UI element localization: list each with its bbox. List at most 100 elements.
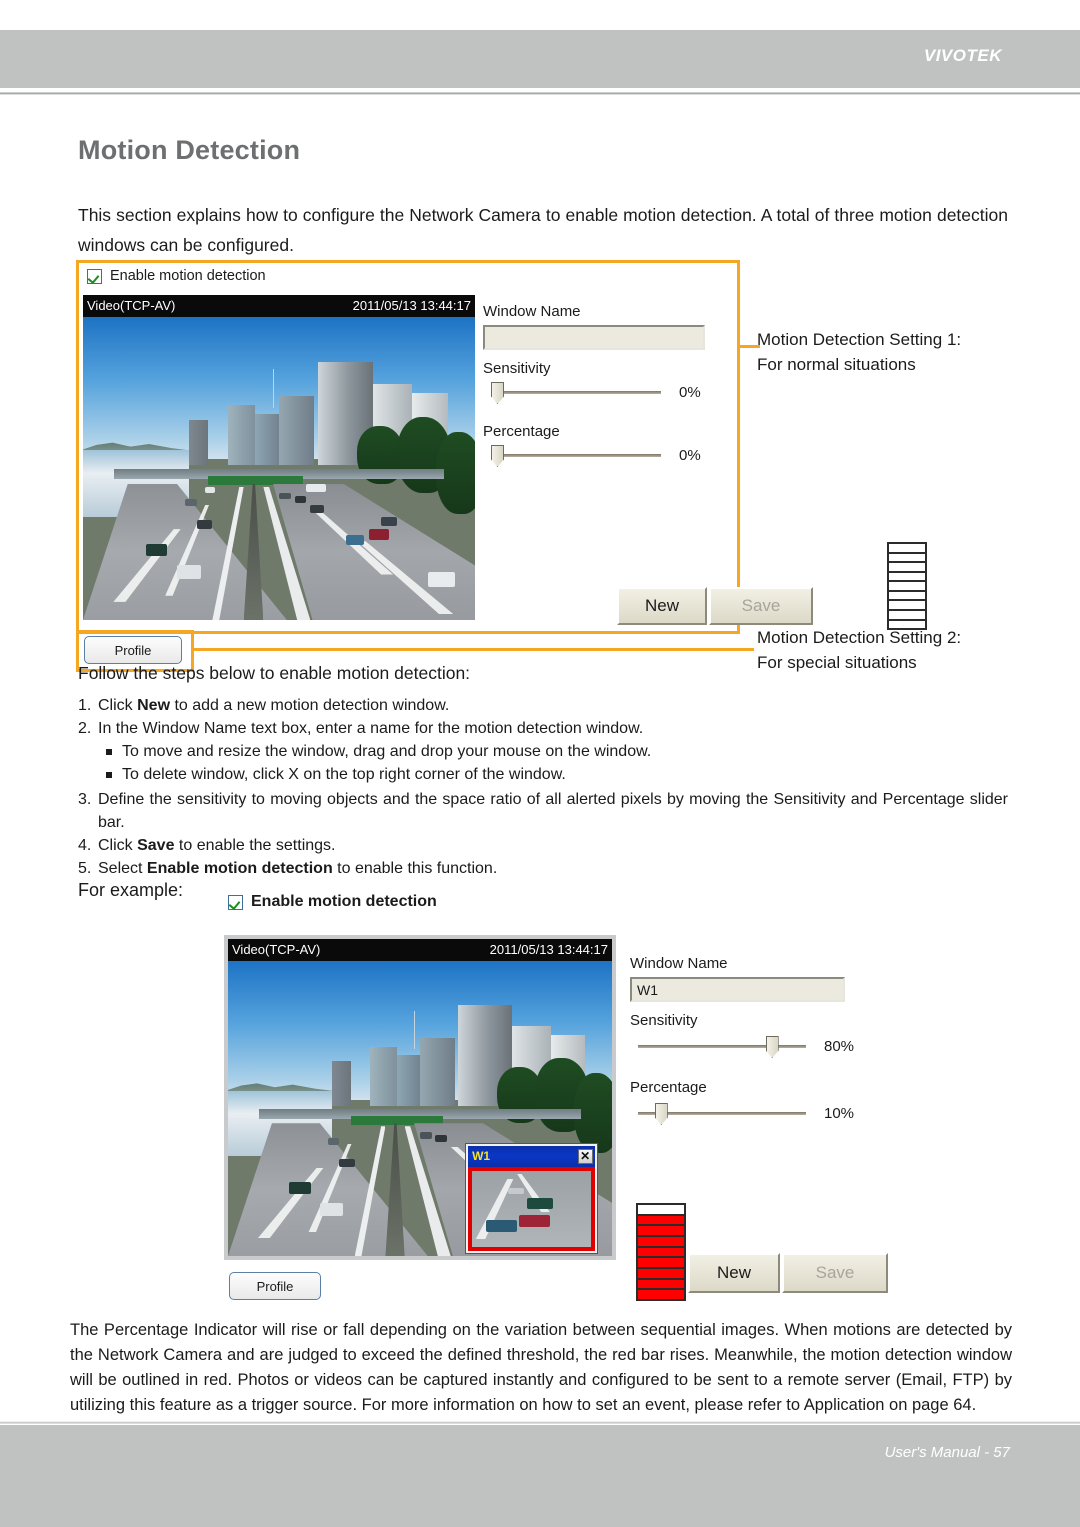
vehicle — [339, 1158, 355, 1168]
building — [396, 1055, 420, 1106]
step-item: 1. Click New to add a new motion detecti… — [78, 694, 1008, 717]
setting2-annotation: Motion Detection Setting 2: For special … — [757, 625, 961, 675]
checkbox-checked-icon[interactable] — [87, 268, 102, 284]
percentage-label: Percentage — [483, 423, 560, 440]
vehicle — [204, 486, 215, 493]
enable-motion-detection-label: Enable motion detection — [110, 268, 266, 284]
new-button-2[interactable]: New — [688, 1253, 780, 1293]
building — [420, 1037, 455, 1106]
step-item: 3. Define the sensitivity to moving obje… — [78, 788, 1008, 834]
vehicle — [526, 1198, 553, 1209]
vehicle — [427, 571, 456, 587]
sensitivity-slider[interactable]: 80% — [638, 1035, 854, 1059]
step-text-post: to enable the settings. — [174, 837, 336, 854]
vehicle — [420, 1132, 432, 1139]
enable-motion-detection-row-2[interactable]: Enable motion detection — [228, 893, 437, 911]
sensitivity-slider[interactable]: 0% — [491, 381, 701, 405]
indicator-segment — [889, 611, 925, 621]
percentage-value: 0% — [679, 447, 701, 464]
window-name-label: Window Name — [483, 303, 581, 320]
building — [255, 413, 279, 466]
median-strip — [385, 1123, 405, 1256]
indicator-segment — [638, 1258, 684, 1270]
indicator-segment — [638, 1247, 684, 1259]
profile-button-1[interactable]: Profile — [84, 636, 182, 664]
vehicle — [145, 544, 168, 557]
page-footer: User's Manual - 57 — [0, 1425, 1080, 1527]
indicator-segment — [638, 1290, 684, 1300]
indicator-segment — [889, 544, 925, 554]
md-window-name: W1 — [472, 1149, 491, 1164]
setting2-leader-line — [192, 648, 754, 651]
sensitivity-label: Sensitivity — [483, 360, 551, 377]
page-number: User's Manual - 57 — [884, 1444, 1010, 1461]
new-button-1[interactable]: New — [617, 587, 707, 625]
sensitivity-label: Sensitivity — [630, 1012, 698, 1029]
window-name-label: Window Name — [630, 955, 728, 972]
median-strip — [243, 483, 264, 620]
step-item: 2. In the Window Name text box, enter a … — [78, 717, 1008, 740]
profile-button-2[interactable]: Profile — [229, 1272, 321, 1300]
video-frame-2[interactable]: W1 ✕ — [228, 961, 612, 1256]
indicator-segment — [889, 582, 925, 592]
vehicle — [327, 1138, 340, 1146]
percentage-slider[interactable]: 0% — [491, 444, 701, 468]
checkbox-checked-icon[interactable] — [228, 894, 243, 910]
vehicle — [369, 529, 389, 540]
percentage-slider[interactable]: 10% — [638, 1102, 854, 1126]
indicator-segment — [638, 1237, 684, 1248]
save-button-2[interactable]: Save — [782, 1253, 888, 1293]
vehicle — [196, 520, 213, 530]
sensitivity-value: 80% — [824, 1038, 855, 1055]
window-name-input[interactable]: W1 — [630, 977, 845, 1002]
step-text: Define the sensitivity to moving objects… — [98, 791, 1008, 831]
building — [331, 1061, 351, 1106]
indicator-segment — [889, 554, 925, 564]
vivotek-logo: VIVOTEK — [923, 46, 1002, 65]
vehicle — [294, 495, 307, 503]
video-preview-2: Video(TCP-AV) 2011/05/13 13:44:17 W1 ✕ — [224, 935, 616, 1260]
slider-thumb[interactable] — [765, 1036, 779, 1058]
step2-subbullets: To move and resize the window, drag and … — [106, 740, 1008, 786]
slider-track — [638, 1045, 806, 1048]
video-frame-1[interactable] — [83, 317, 475, 620]
slider-thumb[interactable] — [491, 382, 504, 404]
indicator-segment — [889, 601, 925, 611]
step-number: 1. — [78, 697, 92, 714]
vehicle — [184, 498, 197, 507]
save-button-1[interactable]: Save — [709, 587, 813, 625]
vehicle — [380, 516, 397, 527]
window-name-input[interactable] — [483, 325, 705, 350]
video-status-bar-1: Video(TCP-AV) 2011/05/13 13:44:17 — [83, 295, 475, 317]
indicator-segment — [889, 573, 925, 583]
video-timestamp: 2011/05/13 13:44:17 — [489, 942, 608, 957]
indicator-segment — [638, 1215, 684, 1227]
md-window-body[interactable] — [468, 1166, 595, 1252]
md-road-surface — [472, 1170, 591, 1248]
vehicle — [345, 535, 364, 546]
close-icon[interactable]: ✕ — [577, 1148, 593, 1164]
closing-paragraph: The Percentage Indicator will rise or fa… — [70, 1321, 1012, 1414]
percentage-value: 10% — [824, 1105, 855, 1122]
slider-thumb[interactable] — [654, 1103, 668, 1125]
video-timestamp: 2011/05/13 13:44:17 — [352, 298, 471, 313]
page-title: Motion Detection — [78, 135, 301, 165]
antenna — [273, 368, 275, 408]
setting2-annotation-line1: Motion Detection Setting 2: — [757, 628, 962, 647]
indicator-segment — [889, 563, 925, 573]
indicator-segment — [638, 1226, 684, 1238]
enable-motion-detection-row-1[interactable]: Enable motion detection — [87, 268, 266, 284]
vehicle — [435, 1135, 447, 1142]
motion-detection-window-w1[interactable]: W1 ✕ — [466, 1143, 597, 1254]
page-header: VIVOTEK — [0, 30, 1080, 88]
indicator-segment — [638, 1269, 684, 1280]
slider-track — [491, 391, 661, 394]
building — [279, 395, 315, 466]
for-example-label: For example: — [78, 880, 184, 900]
slider-thumb[interactable] — [491, 445, 504, 467]
controls-panel-2: Window Name W1 Sensitivity 80% Percentag… — [630, 955, 888, 1301]
slider-track — [491, 454, 661, 457]
md-window-titlebar[interactable]: W1 ✕ — [468, 1145, 595, 1167]
percentage-indicator-1 — [887, 542, 927, 630]
step-text-bold: Enable motion detection — [146, 860, 333, 877]
